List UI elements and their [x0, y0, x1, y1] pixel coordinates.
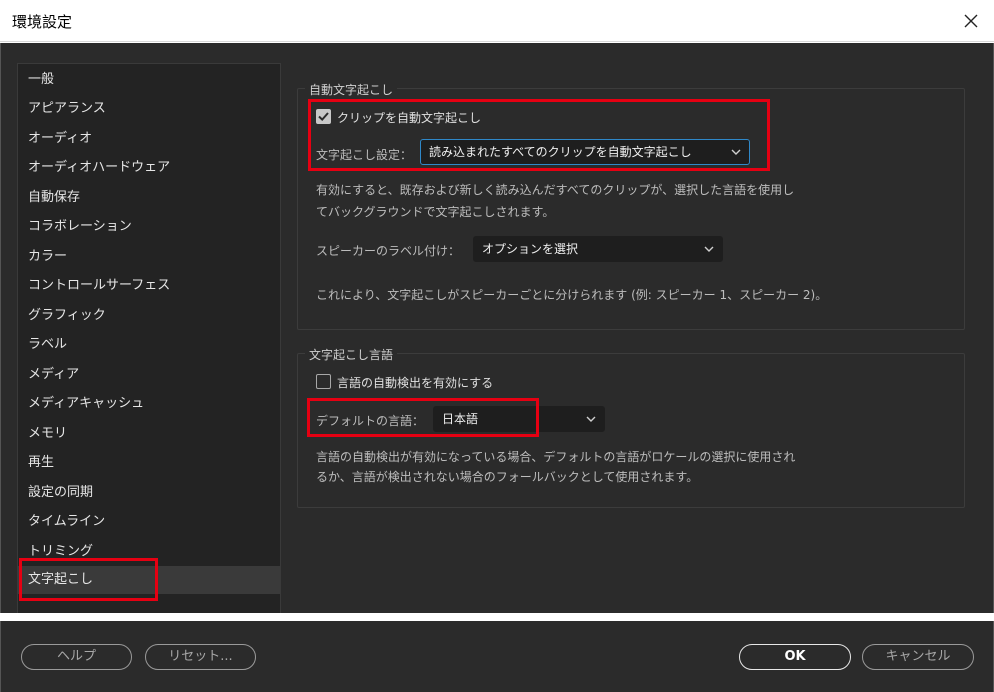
sidebar-item-control-surface[interactable]: コントロールサーフェス: [18, 272, 280, 300]
ok-button[interactable]: OK: [739, 644, 851, 670]
checkmark-icon: [318, 112, 329, 122]
default-language-dropdown[interactable]: 日本語: [433, 406, 605, 432]
sidebar-item-media-cache[interactable]: メディアキャッシュ: [18, 390, 280, 418]
auto-detect-checkbox-label[interactable]: 言語の自動検出を有効にする: [337, 374, 493, 391]
sidebar-item-color[interactable]: カラー: [18, 243, 280, 271]
auto-transcribe-checkbox[interactable]: [316, 109, 331, 124]
speaker-label-dropdown[interactable]: オプションを選択: [473, 236, 723, 262]
auto-detect-checkbox[interactable]: [316, 374, 331, 389]
cancel-button[interactable]: キャンセル: [862, 644, 974, 670]
sidebar-item-labels[interactable]: ラベル: [18, 331, 280, 359]
chevron-down-icon: [586, 416, 596, 422]
language-description-2: るか、言語が検出されない場合のフォールバックとして使用されます。: [316, 470, 699, 484]
close-button[interactable]: [952, 2, 990, 40]
default-language-label: デフォルトの言語：: [316, 414, 425, 428]
sidebar-item-sync-settings[interactable]: 設定の同期: [18, 479, 280, 507]
sidebar-item-graphics[interactable]: グラフィック: [18, 302, 280, 330]
separator: [0, 613, 994, 621]
window-title: 環境設定: [12, 13, 73, 31]
auto-transcribe-group-title: 自動文字起こし: [305, 81, 398, 98]
sidebar-item-appearance[interactable]: アピアランス: [18, 95, 280, 123]
language-description-1: 言語の自動検出が有効になっている場合、デフォルトの言語がロケールの選択に使用され: [316, 450, 796, 464]
reset-button[interactable]: リセット...: [145, 644, 256, 670]
sidebar-item-general[interactable]: 一般: [18, 66, 280, 94]
transcribe-setting-value: 読み込まれたすべてのクリップを自動文字起こし: [429, 145, 692, 159]
help-button[interactable]: ヘルプ: [21, 644, 132, 670]
auto-transcribe-description-2: てバックグラウンドで文字起こしされます。: [316, 205, 555, 219]
sidebar-item-transcription[interactable]: 文字起こし: [18, 566, 280, 594]
speaker-label-value: オプションを選択: [482, 242, 579, 256]
sidebar-item-audio-hardware[interactable]: オーディオハードウェア: [18, 154, 280, 182]
sidebar-item-trimming[interactable]: トリミング: [18, 538, 280, 566]
sidebar-item-media[interactable]: メディア: [18, 361, 280, 389]
transcribe-setting-label: 文字起こし設定：: [316, 148, 413, 162]
sidebar-item-audio[interactable]: オーディオ: [18, 125, 280, 153]
category-list: 一般 アピアランス オーディオ オーディオハードウェア 自動保存 コラボレーショ…: [17, 63, 281, 613]
auto-transcribe-description-1: 有効にすると、既存および新しく読み込んだすべてのクリップが、選択した言語を使用し: [316, 183, 795, 197]
transcribe-setting-dropdown[interactable]: 読み込まれたすべてのクリップを自動文字起こし: [420, 139, 750, 165]
title-bar: 環境設定: [0, 0, 994, 42]
dialog-footer: ヘルプ リセット... OK キャンセル: [0, 621, 994, 692]
dialog-body: 一般 アピアランス オーディオ オーディオハードウェア 自動保存 コラボレーショ…: [0, 43, 994, 613]
default-language-value: 日本語: [442, 412, 479, 426]
chevron-down-icon: [731, 149, 741, 155]
speaker-description: これにより、文字起こしがスピーカーごとに分けられます (例: スピーカー 1、ス…: [316, 288, 828, 302]
sidebar-item-auto-save[interactable]: 自動保存: [18, 184, 280, 212]
sidebar-item-collaboration[interactable]: コラボレーション: [18, 213, 280, 241]
sidebar-item-playback[interactable]: 再生: [18, 449, 280, 477]
speaker-label-label: スピーカーのラベル付け：: [316, 244, 461, 258]
sidebar-item-timeline[interactable]: タイムライン: [18, 508, 280, 536]
chevron-down-icon: [704, 246, 714, 252]
sidebar-item-memory[interactable]: メモリ: [18, 420, 280, 448]
close-icon: [964, 14, 978, 28]
auto-transcribe-checkbox-label[interactable]: クリップを自動文字起こし: [337, 109, 481, 126]
language-group-title: 文字起こし言語: [305, 346, 398, 363]
